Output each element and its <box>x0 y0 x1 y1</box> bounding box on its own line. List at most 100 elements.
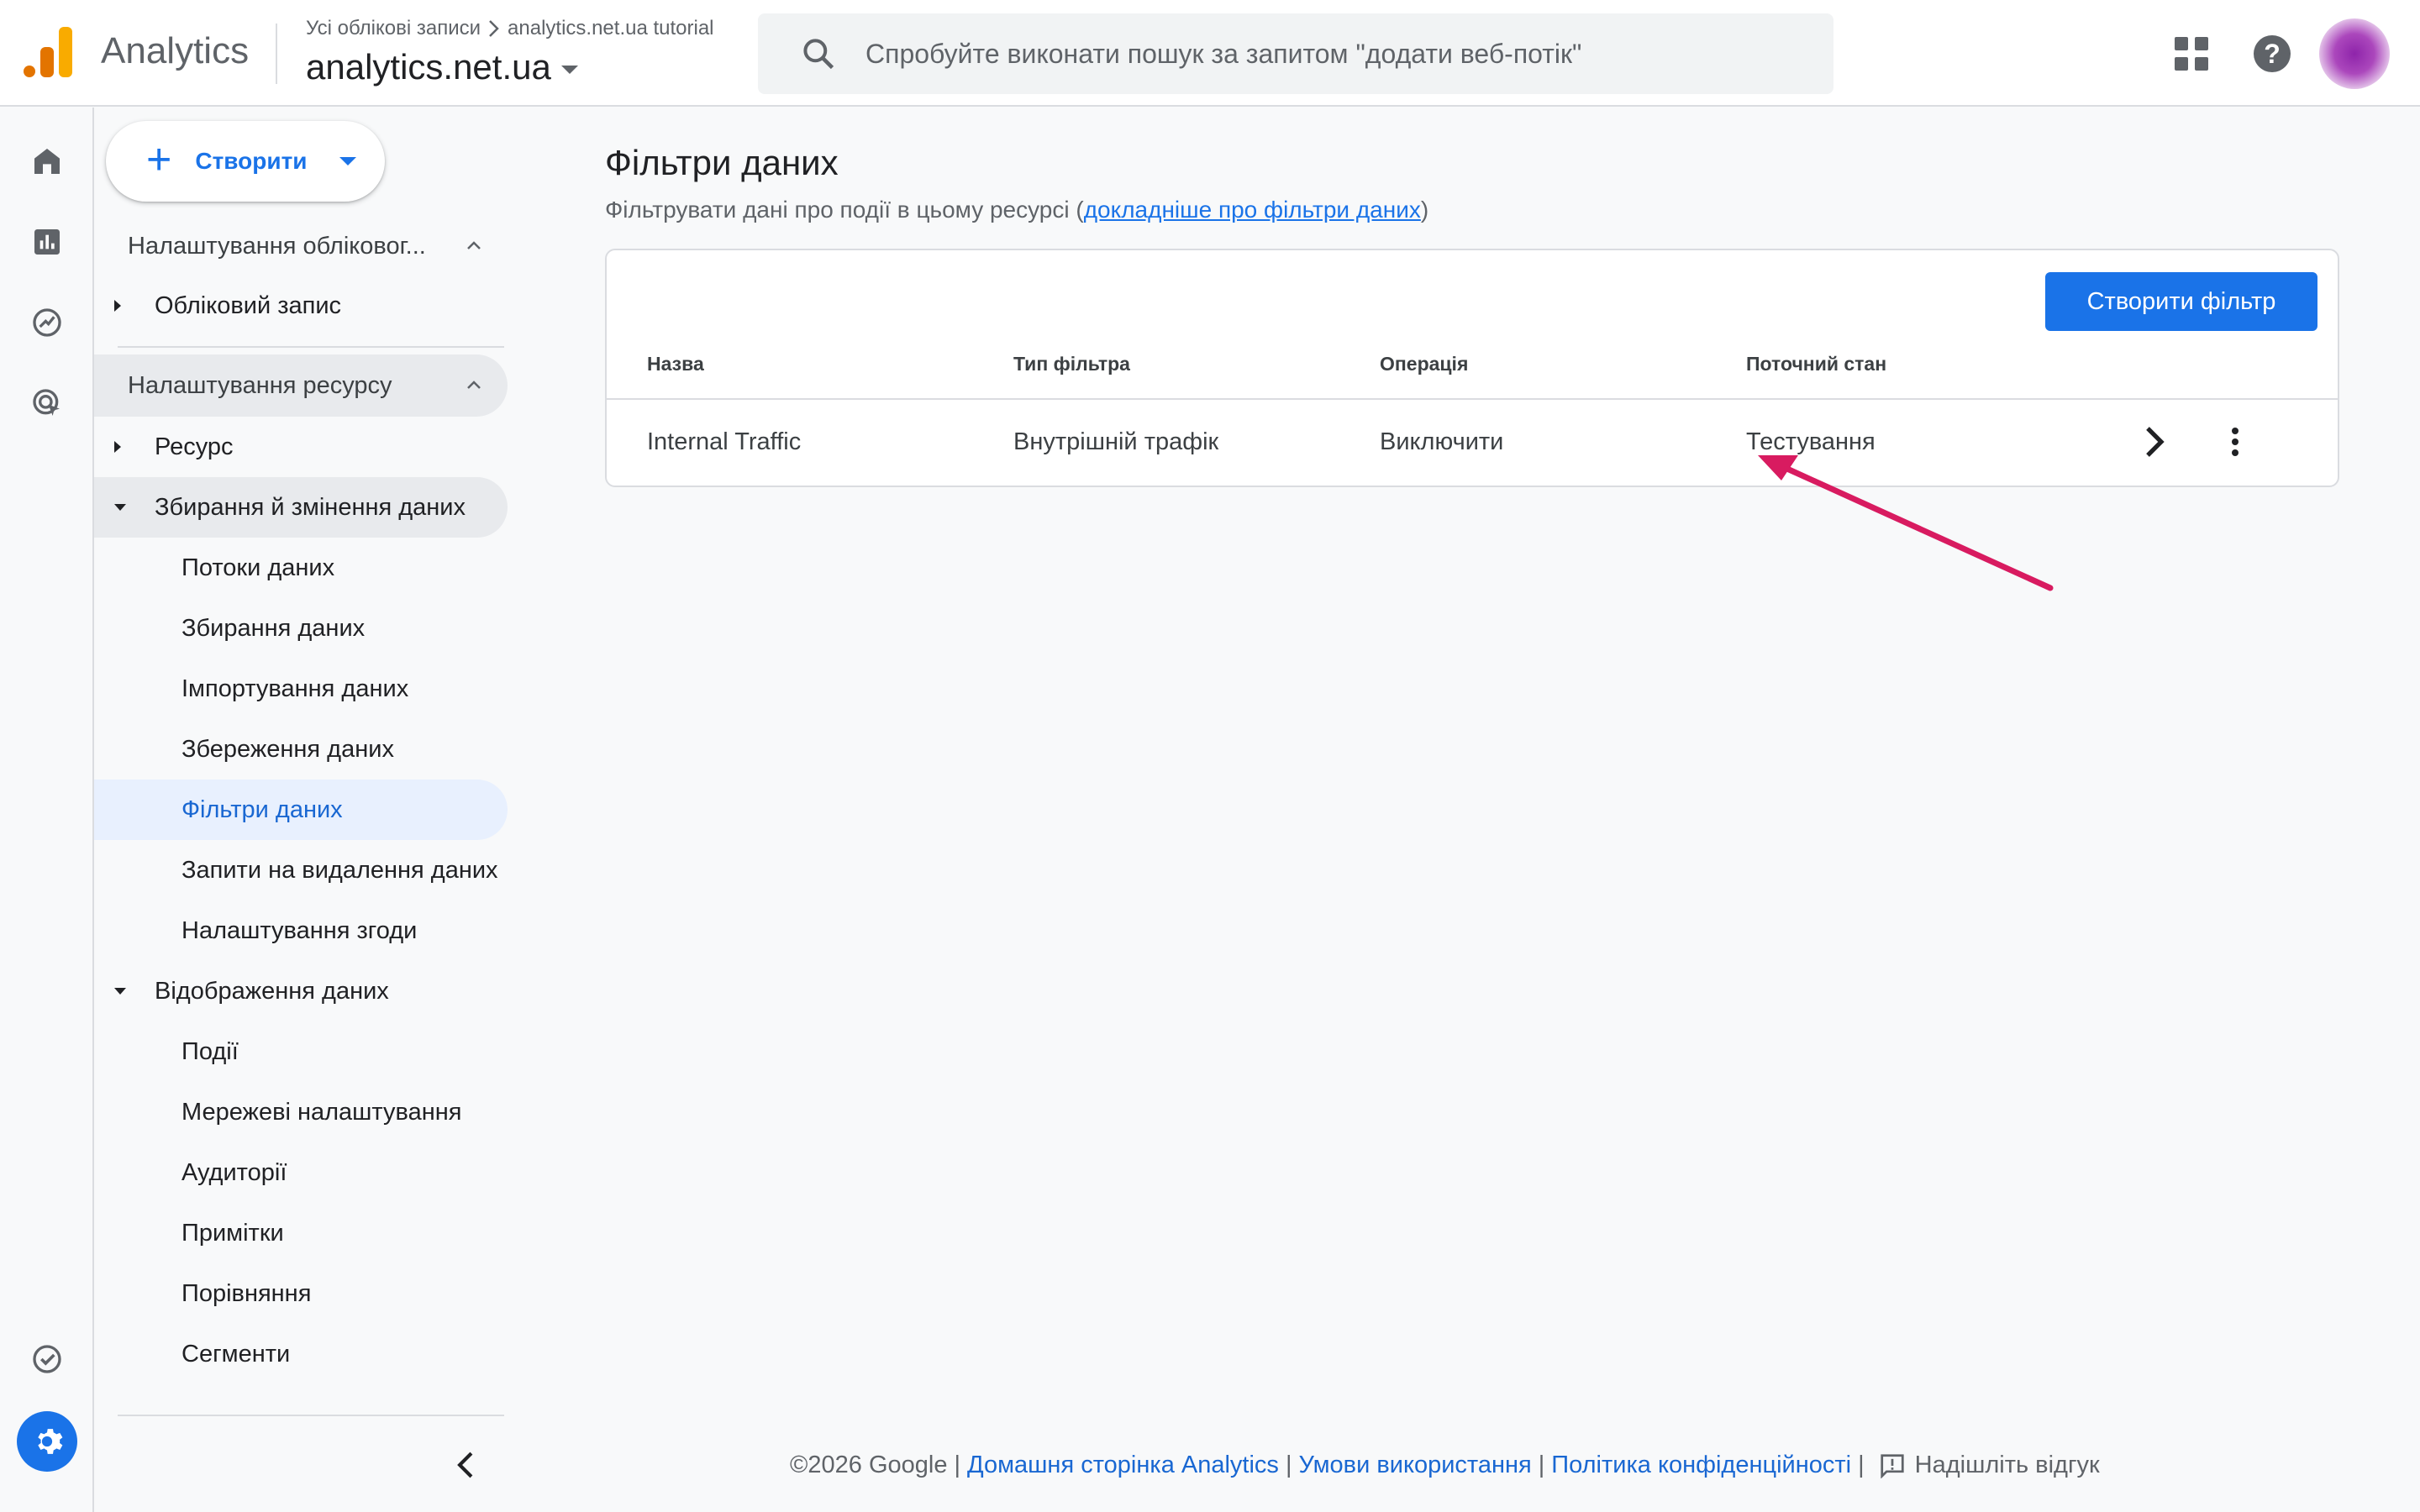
sidebar-item-label: Сегменти <box>182 1340 291 1368</box>
sidebar-item-data-collection[interactable]: Збирання даних <box>94 598 508 659</box>
feedback-icon[interactable] <box>1878 1453 1907 1478</box>
property-selector[interactable]: analytics.net.ua <box>306 47 578 87</box>
top-app-bar: Analytics Усі облікові записи analytics.… <box>0 0 2420 107</box>
sidebar-item-data-filters[interactable]: Фільтри даних <box>94 780 508 840</box>
sidebar-item-label: Збереження даних <box>182 735 394 763</box>
column-header-name[interactable]: Назва <box>647 353 704 375</box>
icon-rail <box>0 108 94 1512</box>
sidebar-item-label: Імпортування даних <box>182 675 409 702</box>
sidebar-item-data-retention[interactable]: Збереження даних <box>94 719 508 780</box>
cell-current-state: Тестування <box>1746 428 1876 455</box>
breadcrumb-account[interactable]: analytics.net.ua tutorial <box>508 17 713 40</box>
sidebar-item-annotations[interactable]: Примітки <box>94 1203 508 1263</box>
sidebar-item-account[interactable]: Обліковий запис <box>94 276 508 336</box>
cell-name: Internal Traffic <box>647 428 802 455</box>
privacy-link[interactable]: Політика конфіденційності <box>1551 1452 1851 1479</box>
sidebar-item-segments[interactable]: Сегменти <box>94 1324 508 1384</box>
caret-down-icon <box>560 66 578 74</box>
column-header-operation[interactable]: Операція <box>1380 353 1468 375</box>
analytics-home-link[interactable]: Домашня сторінка Analytics <box>967 1452 1279 1479</box>
sidebar-item-label: Примітки <box>182 1219 284 1247</box>
help-icon[interactable]: ? <box>2254 35 2291 72</box>
header-divider <box>276 24 277 84</box>
admin-sidenav: + Створити Налаштування обліковог... Обл… <box>94 108 514 1512</box>
sidebar-item-label: Мережеві налаштування <box>182 1098 462 1126</box>
divider <box>118 1415 504 1416</box>
subtitle-text: Фільтрувати дані про події в цьому ресур… <box>605 197 1084 223</box>
subtitle-text-end: ) <box>1420 197 1429 223</box>
learn-more-link[interactable]: докладніше про фільтри даних <box>1084 197 1421 223</box>
expand-arrow-icon <box>114 441 121 453</box>
create-label: Створити <box>195 148 308 174</box>
sidebar-item-resource[interactable]: Ресурс <box>94 417 508 477</box>
collapse-arrow-icon <box>114 988 126 995</box>
sidebar-item-label: Відображення даних <box>155 977 389 1005</box>
terms-link[interactable]: Умови використання <box>1298 1452 1531 1479</box>
breadcrumb-all-accounts[interactable]: Усі облікові записи <box>306 17 481 40</box>
section-property-settings[interactable]: Налаштування ресурсу <box>94 354 508 417</box>
search-input[interactable] <box>865 13 1807 94</box>
breadcrumb: Усі облікові записи analytics.net.ua tut… <box>306 17 714 40</box>
analytics-logo[interactable] <box>24 27 72 77</box>
send-feedback-link[interactable]: Надішліть відгук <box>1915 1452 2100 1479</box>
sidebar-item-data-collection-modification[interactable]: Збирання й змінення даних <box>94 477 508 538</box>
apps-grid-icon[interactable] <box>2175 37 2208 71</box>
cell-operation: Виключити <box>1380 428 1504 455</box>
sidebar-item-label: Збирання й змінення даних <box>155 493 466 521</box>
sidebar-item-audiences[interactable]: Аудиторії <box>94 1142 508 1203</box>
section-label: Налаштування ресурсу <box>128 371 392 399</box>
sidebar-item-consent-settings[interactable]: Налаштування згоди <box>94 900 508 961</box>
section-label: Налаштування обліковог... <box>128 232 426 260</box>
cell-filter-type: Внутрішній трафік <box>1013 428 1219 455</box>
caret-down-icon <box>339 157 356 165</box>
page-subtitle: Фільтрувати дані про події в цьому ресур… <box>605 197 1428 223</box>
app-name[interactable]: Analytics <box>101 30 249 72</box>
filters-table-card: Створити фільтр Назва Тип фільтра Операц… <box>605 249 2339 487</box>
property-name: analytics.net.ua <box>306 47 551 87</box>
chevron-left-icon <box>457 1452 473 1478</box>
plus-icon: + <box>146 135 172 184</box>
expand-arrow-icon <box>114 300 121 312</box>
search-icon <box>803 39 834 70</box>
explore-icon[interactable] <box>25 301 69 344</box>
sidebar-item-network-settings[interactable]: Мережеві налаштування <box>94 1082 508 1142</box>
sidebar-item-label: Події <box>182 1037 239 1065</box>
reports-icon[interactable] <box>25 220 69 264</box>
settings-icon[interactable] <box>17 1411 77 1472</box>
advertising-icon[interactable] <box>25 381 69 425</box>
search-bar[interactable] <box>758 13 1833 94</box>
divider <box>607 398 2338 400</box>
sidebar-item-label: Обліковий запис <box>155 291 342 319</box>
sidebar-item-label: Аудиторії <box>182 1158 287 1186</box>
sidebar-item-label: Налаштування згоди <box>182 916 418 944</box>
sidebar-item-data-import[interactable]: Імпортування даних <box>94 659 508 719</box>
sidebar-item-label: Запити на видалення даних <box>182 856 498 884</box>
home-icon[interactable] <box>25 139 69 183</box>
chevron-up-icon <box>467 381 481 389</box>
sidebar-item-label: Порівняння <box>182 1279 312 1307</box>
sidebar-item-label: Фільтри даних <box>182 795 343 823</box>
sidebar-item-label: Потоки даних <box>182 554 335 581</box>
column-header-filter-type[interactable]: Тип фільтра <box>1013 353 1130 375</box>
column-header-current-state[interactable]: Поточний стан <box>1746 353 1886 375</box>
sidebar-item-label: Збирання даних <box>182 614 366 642</box>
admin-check-icon[interactable] <box>25 1337 69 1381</box>
section-account-settings[interactable]: Налаштування обліковог... <box>94 215 508 277</box>
sidebar-item-events[interactable]: Події <box>94 1021 508 1082</box>
page-footer: ©2026 Google | Домашня сторінка Analytic… <box>790 1452 2100 1479</box>
more-vert-icon[interactable] <box>2218 425 2252 459</box>
chevron-up-icon <box>467 241 481 249</box>
copyright: ©2026 Google <box>790 1452 948 1478</box>
sidebar-item-data-deletion-requests[interactable]: Запити на видалення даних <box>94 840 508 900</box>
sidebar-item-label: Ресурс <box>155 433 234 460</box>
collapse-arrow-icon <box>114 504 126 511</box>
sidebar-item-data-streams[interactable]: Потоки даних <box>94 538 508 598</box>
sidebar-item-comparisons[interactable]: Порівняння <box>94 1263 508 1324</box>
avatar[interactable] <box>2319 18 2390 89</box>
chevron-right-icon <box>489 20 499 37</box>
chevron-right-icon[interactable] <box>2138 425 2171 459</box>
sidebar-item-data-display[interactable]: Відображення даних <box>94 961 508 1021</box>
create-button[interactable]: + Створити <box>106 121 385 202</box>
collapse-sidenav-button[interactable] <box>447 1446 484 1483</box>
create-filter-button[interactable]: Створити фільтр <box>2045 272 2317 331</box>
